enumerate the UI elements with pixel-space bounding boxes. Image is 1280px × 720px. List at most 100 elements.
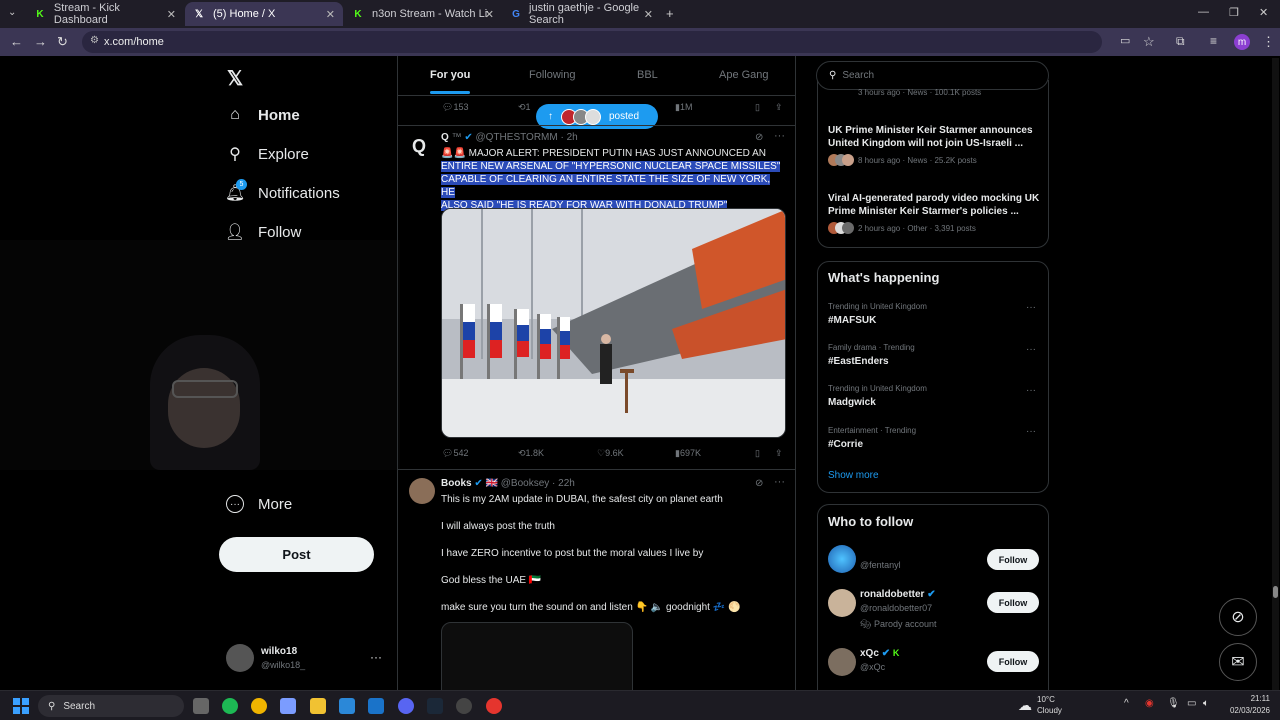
app-icon[interactable] [486,698,502,714]
show-more-link[interactable]: Show more [828,470,879,481]
user-avatar[interactable] [226,644,254,672]
scrollbar-thumb[interactable] [1273,586,1278,598]
back-icon[interactable]: ← [10,34,23,49]
repost-icon[interactable]: ⟲ 1 [518,102,531,113]
taskbar-search[interactable]: ⚲ Search [38,695,184,717]
grok-icon[interactable]: ⊘ [755,132,763,143]
share-icon[interactable]: ⇪ [775,102,783,113]
copilot-icon[interactable] [280,698,296,714]
tab-following[interactable]: Following [529,69,575,81]
trend-more-icon[interactable]: ··· [1026,344,1036,355]
trend-more-icon[interactable]: ··· [1026,302,1036,313]
spotify-icon[interactable] [222,698,238,714]
suggestion-handle[interactable]: @fentanyl [860,560,901,570]
account-menu-icon[interactable]: ··· [370,650,382,664]
tweet-video[interactable] [441,622,633,690]
main-feed[interactable]: For you Following BBL Ape Gang 💬︎ 153 ⟲ … [397,56,796,690]
nav-more[interactable]: ··· More [226,495,292,513]
minimize-icon[interactable]: — [1198,6,1209,18]
media-icon[interactable]: ≡ [1210,34,1217,48]
share-icon[interactable]: ⇪ [775,448,783,459]
x-logo-icon[interactable]: 𝕏 [227,66,243,91]
volume-icon[interactable]: 🔈︎ [1203,698,1209,709]
tab-search-icon[interactable]: ⌄ [8,7,16,18]
suggestion-handle[interactable]: @ronaldobetter07 [860,603,932,613]
task-view-icon[interactable] [193,698,209,714]
trend-more-icon[interactable]: ··· [1026,385,1036,396]
suggestion-avatar[interactable] [828,648,856,676]
tray-chevron-icon[interactable]: ^ [1124,698,1129,709]
restore-icon[interactable]: ❐ [1229,6,1239,19]
trend-name[interactable]: #MAFSUK [828,315,876,326]
reply-icon[interactable]: 💬︎ 153 [442,102,468,113]
trend-name[interactable]: #EastEnders [828,356,889,367]
forward-icon[interactable]: → [34,34,47,49]
messages-float-icon[interactable]: ✉ [1219,643,1257,681]
suggestion-avatar[interactable] [828,545,856,573]
new-tab-icon[interactable]: + [666,6,674,21]
follow-button[interactable]: Follow [987,549,1039,570]
tab-n3on-stream[interactable]: K n3on Stream - Watch Live on K ✕ [344,2,502,26]
suggestion-handle[interactable]: @xQc [860,662,885,672]
tab-for-you[interactable]: For you [430,69,471,94]
bookmark-star-icon[interactable]: ☆ [1143,34,1155,50]
weather-icon[interactable]: ☁ [1018,697,1032,714]
trend-name[interactable]: Madgwick [828,397,876,408]
author-handle[interactable]: @QTHESTORMM · 2h [476,132,578,143]
bookmark-icon[interactable]: ▯ [755,102,760,113]
close-tab-icon[interactable]: ✕ [644,8,653,21]
chrome-icon[interactable] [251,698,267,714]
tab-ape-gang[interactable]: Ape Gang [719,69,769,81]
outlook-icon[interactable] [368,698,384,714]
q-avatar[interactable]: Q [412,136,426,157]
follow-button[interactable]: Follow [987,592,1039,613]
cast-icon[interactable]: ▭ [1120,34,1130,47]
microphone-icon[interactable]: 🎙︎ [1167,698,1180,709]
post-button[interactable]: Post [219,537,374,572]
tray-app-icon[interactable]: ◉ [1145,698,1154,709]
nav-explore[interactable]: ⚲ Explore [226,145,309,164]
obs-icon[interactable] [456,698,472,714]
author-name[interactable]: Books [441,478,472,489]
tweet-image[interactable] [441,208,786,438]
tweet-more-icon[interactable]: ··· [774,130,785,142]
grok-icon[interactable]: ⊘ [755,478,763,489]
tab-x-home[interactable]: 𝕏 (5) Home / X ✕ [185,2,343,26]
author-name[interactable]: Q [441,132,449,143]
author-handle[interactable]: @Booksey · 22h [501,478,575,489]
suggestion-name-row[interactable]: xQc ✔ K [860,648,899,659]
discord-icon[interactable] [398,698,414,714]
windows-start-icon[interactable] [13,698,29,714]
reload-icon[interactable]: ↻ [57,34,68,50]
store-icon[interactable] [339,698,355,714]
url-input[interactable]: ⚙ x.com/home [82,31,1102,53]
like-icon[interactable]: ♡ 9.6K [597,448,624,459]
suggestion-name-row[interactable]: ronaldobetter ✔ [860,589,936,600]
follow-button[interactable]: Follow [987,651,1039,672]
suggestion-avatar[interactable] [828,589,856,617]
trend-more-icon[interactable]: ··· [1026,426,1036,437]
views-icon[interactable]: ▮ 1M [675,102,692,113]
news-title[interactable]: Viral AI-generated parody video mocking … [828,192,1040,218]
close-tab-icon[interactable]: ✕ [485,8,494,21]
browser-menu-icon[interactable]: ⋮ [1262,34,1275,50]
clock-time[interactable]: 21:11 [1226,694,1270,703]
close-tab-icon[interactable]: ✕ [167,8,176,21]
file-explorer-icon[interactable] [310,698,326,714]
close-tab-icon[interactable]: ✕ [326,8,335,21]
views-icon[interactable]: ▮ 697K [675,448,701,459]
tweet-more-icon[interactable]: ··· [774,476,785,488]
news-title[interactable]: UK Prime Minister Keir Starmer announces… [828,124,1040,150]
page-scrollbar[interactable] [1272,58,1279,690]
reply-icon[interactable]: 💬︎ 542 [442,448,468,459]
books-avatar[interactable] [409,478,435,504]
tab-bbl[interactable]: BBL [637,69,658,81]
nav-notifications[interactable]: 🔔︎ 5 Notifications [225,179,340,202]
grok-float-icon[interactable]: ⊘ [1219,598,1257,636]
site-info-icon[interactable]: ⚙ [90,35,99,46]
tab-google-search[interactable]: G justin gaethje - Google Search ✕ [503,2,661,26]
clock-date[interactable]: 02/03/2026 [1222,706,1270,715]
network-icon[interactable]: ▭ [1187,698,1196,709]
extensions-icon[interactable]: ⧉ [1176,34,1185,49]
steam-icon[interactable] [427,698,443,714]
